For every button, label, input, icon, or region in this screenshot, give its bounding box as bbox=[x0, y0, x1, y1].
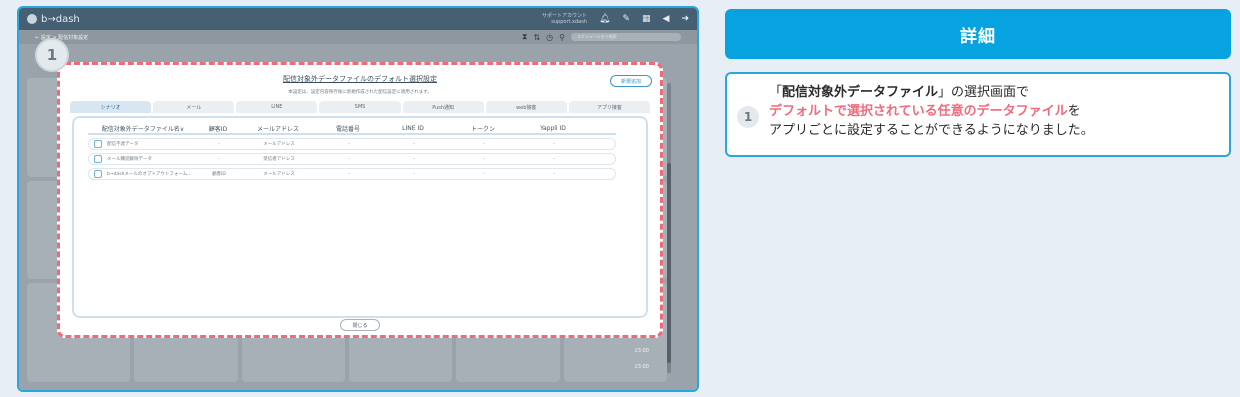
row-checkbox[interactable] bbox=[94, 140, 102, 148]
detail-line-1: 「配信対象外データファイル」の選択画面で bbox=[769, 83, 1094, 102]
detail-line-3: アプリごとに設定することができるようになりました。 bbox=[769, 123, 1094, 138]
column-header: LINE ID bbox=[402, 124, 424, 132]
topbar-right: サポートアカウント support.xdash 🔔︎ ✎ ▦ ◀ ➜ bbox=[542, 13, 689, 25]
table-cell: - bbox=[348, 141, 350, 147]
table-cell: - bbox=[483, 171, 485, 177]
account-id: support.xdash bbox=[551, 19, 588, 25]
table-cell: - bbox=[483, 156, 485, 162]
logout-icon[interactable]: ➜ bbox=[681, 14, 689, 24]
account-info[interactable]: サポートアカウント support.xdash bbox=[542, 13, 587, 25]
table-row[interactable]: 配信不達データ - メールアドレス - - - - bbox=[88, 138, 616, 150]
datafile-name: b→dashメールのオプトアウトフォーム... bbox=[107, 172, 192, 177]
tab-web[interactable]: web接客 bbox=[485, 101, 567, 113]
tab-scenario[interactable]: シナリオ bbox=[70, 101, 152, 113]
search-icon[interactable]: ⚲ bbox=[559, 33, 565, 42]
filter-icon[interactable]: ⧗ bbox=[522, 32, 528, 42]
app-logo[interactable]: b→dash bbox=[41, 14, 80, 25]
table-header: 配信対象外データファイル名∨ 顧客ID メールアドレス 電話番号 LINE ID… bbox=[88, 123, 616, 135]
search-input[interactable]: スケジュール名で検索 bbox=[571, 33, 681, 41]
column-header: 電話番号 bbox=[335, 125, 360, 133]
table-cell: - bbox=[348, 156, 350, 162]
column-header: トークン bbox=[470, 125, 495, 133]
step-number-badge: 1 bbox=[35, 38, 69, 72]
bell-icon[interactable]: 🔔︎ bbox=[599, 14, 610, 24]
datafile-name: 配信不達データ bbox=[107, 142, 139, 147]
table-cell: - bbox=[218, 156, 220, 162]
detail-description: 「配信対象外データファイル」の選択画面で デフォルトで選択されている任意のデータ… bbox=[769, 83, 1094, 140]
table-cell: - bbox=[553, 171, 555, 177]
megaphone-icon[interactable]: ◀ bbox=[663, 14, 670, 24]
modal-title: 配信対象外データファイルのデフォルト選択設定 bbox=[283, 75, 437, 83]
detail-step-badge: 1 bbox=[737, 106, 759, 128]
highlight-bold: 配信対象外データファイル bbox=[782, 85, 939, 100]
text-fragment: を bbox=[1067, 104, 1081, 119]
app-tabs: シナリオ メール LINE SMS Push通知 web接客 アプリ接客 bbox=[70, 101, 650, 113]
close-button[interactable]: 閉じる bbox=[340, 319, 380, 331]
scrollbar-thumb[interactable] bbox=[667, 163, 671, 363]
sort-icon[interactable]: ⇅ bbox=[533, 33, 540, 42]
column-header: メールアドレス bbox=[256, 125, 299, 133]
text-fragment: 」の選択画面で bbox=[938, 85, 1030, 100]
clock-icon[interactable]: ◷ bbox=[546, 33, 553, 42]
add-new-button[interactable]: 新規追加 bbox=[610, 75, 652, 87]
column-header: Yappli ID bbox=[540, 124, 566, 132]
datafile-table: 配信対象外データファイル名∨ 顧客ID メールアドレス 電話番号 LINE ID… bbox=[72, 116, 648, 318]
detail-header: 詳細 bbox=[725, 9, 1231, 59]
table-row[interactable]: b→dashメールのオプトアウトフォーム... 顧客ID メールアドレス - -… bbox=[88, 168, 616, 180]
datafile-name: メール購読解除データ bbox=[107, 157, 152, 162]
screenshot-frame: b→dash サポートアカウント support.xdash 🔔︎ ✎ ▦ ◀ … bbox=[17, 6, 699, 392]
time-label: 23:00 bbox=[634, 348, 649, 354]
default-selection-modal: 配信対象外データファイルのデフォルト選択設定 本設定は、設定内容保存後に新規作成… bbox=[57, 62, 663, 338]
table-cell: - bbox=[413, 156, 415, 162]
detail-line-2: デフォルトで選択されている任意のデータファイルを bbox=[769, 102, 1094, 121]
table-cell: - bbox=[218, 141, 220, 147]
subbar-tools: ⧗ ⇅ ◷ ⚲ スケジュール名で検索 bbox=[522, 32, 681, 42]
row-checkbox[interactable] bbox=[94, 155, 102, 163]
table-cell: 顧客ID bbox=[212, 172, 226, 177]
wrench-icon[interactable]: ✎ bbox=[622, 14, 630, 24]
column-header-name[interactable]: 配信対象外データファイル名∨ bbox=[88, 124, 198, 133]
table-cell: - bbox=[553, 156, 555, 162]
grid-icon[interactable]: ▦ bbox=[642, 14, 651, 24]
table-cell: 受信者アドレス bbox=[263, 157, 295, 162]
vertical-scrollbar[interactable] bbox=[667, 83, 671, 373]
logo-icon bbox=[27, 14, 37, 24]
row-checkbox[interactable] bbox=[94, 170, 102, 178]
detail-body: 1 「配信対象外データファイル」の選択画面で デフォルトで選択されている任意のデ… bbox=[725, 72, 1231, 157]
modal-subtitle: 本設定は、設定内容保存後に新規作成された配信設定に適用されます。 bbox=[288, 90, 432, 95]
table-cell: メールアドレス bbox=[263, 142, 295, 147]
tab-sms[interactable]: SMS bbox=[319, 101, 401, 113]
time-label: 23:00 bbox=[634, 364, 649, 370]
column-header: 顧客ID bbox=[208, 125, 228, 133]
table-row[interactable]: メール購読解除データ - 受信者アドレス - - - - bbox=[88, 153, 616, 165]
table-cell: - bbox=[413, 171, 415, 177]
highlight-red: デフォルトで選択されている任意のデータファイル bbox=[769, 104, 1068, 119]
table-cell: - bbox=[483, 141, 485, 147]
breadcrumb-bar: ← 設定 > 配信対象設定 ⧗ ⇅ ◷ ⚲ スケジュール名で検索 bbox=[19, 30, 697, 44]
table-cell: - bbox=[348, 171, 350, 177]
tab-line[interactable]: LINE bbox=[236, 101, 318, 113]
tab-mail[interactable]: メール bbox=[153, 101, 235, 113]
table-cell: - bbox=[413, 141, 415, 147]
app-topbar: b→dash サポートアカウント support.xdash 🔔︎ ✎ ▦ ◀ … bbox=[19, 8, 697, 30]
text-fragment: 「 bbox=[769, 85, 783, 100]
tab-app[interactable]: アプリ接客 bbox=[568, 101, 650, 113]
table-cell: メールアドレス bbox=[263, 172, 295, 177]
tab-push[interactable]: Push通知 bbox=[402, 101, 484, 113]
table-cell: - bbox=[553, 141, 555, 147]
